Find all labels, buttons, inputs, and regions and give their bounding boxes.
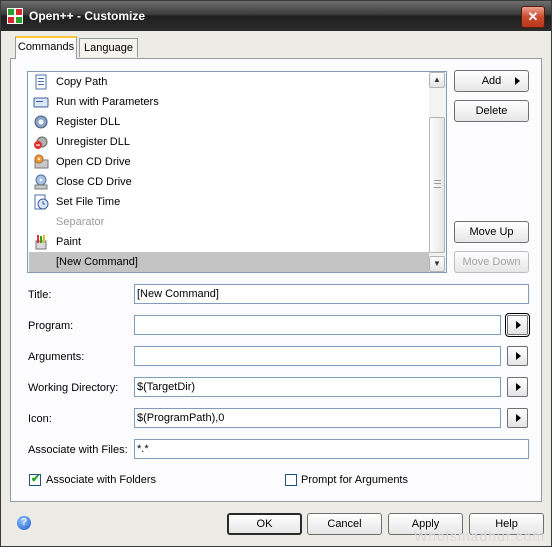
add-button[interactable]: Add xyxy=(454,70,529,92)
list-item-label: Separator xyxy=(56,216,105,228)
register-dll-icon xyxy=(34,115,48,129)
list-item-set-file-time[interactable]: Set File Time xyxy=(29,192,429,212)
play-arrow-icon xyxy=(516,321,521,329)
working-directory-browse-button[interactable] xyxy=(507,377,528,397)
prompt-arguments-label: Prompt for Arguments xyxy=(301,474,408,486)
associate-files-field[interactable]: *.* xyxy=(134,439,529,459)
close-button[interactable]: ✕ xyxy=(521,6,545,28)
help-icon[interactable]: ? xyxy=(17,516,31,530)
delete-button-label: Delete xyxy=(475,105,508,117)
prompt-arguments-checkbox[interactable] xyxy=(285,474,297,486)
list-item-run-parameters[interactable]: Run with Parameters xyxy=(29,92,429,112)
list-item-paint[interactable]: Paint xyxy=(29,232,429,252)
move-up-button-label: Move Up xyxy=(469,226,514,238)
customize-dialog: Open++ - Customize ✕ Commands Language C… xyxy=(0,0,552,547)
open-plus-plus-icon xyxy=(7,8,23,24)
title-field[interactable]: [New Command] xyxy=(134,284,529,304)
icon-browse-button[interactable] xyxy=(507,408,528,428)
watermark: Whoismadhur.com xyxy=(414,528,545,544)
tab-language[interactable]: Language xyxy=(79,38,138,57)
run-parameters-icon xyxy=(33,97,49,108)
list-item-label: Unregister DLL xyxy=(56,136,130,148)
open-cd-icon xyxy=(34,154,49,169)
list-item-register-dll[interactable]: Register DLL xyxy=(29,112,429,132)
checkmark-icon: ✔ xyxy=(31,473,41,485)
list-item-open-cd[interactable]: Open CD Drive xyxy=(29,152,429,172)
scroll-thumb[interactable] xyxy=(429,117,445,253)
working-directory-label: Working Directory: xyxy=(28,382,119,394)
play-arrow-icon xyxy=(516,414,521,422)
commands-list[interactable]: Copy Path Run with Parameters Register D… xyxy=(27,71,447,273)
play-arrow-icon xyxy=(516,383,521,391)
grip-icon xyxy=(434,180,441,188)
cancel-button[interactable]: Cancel xyxy=(307,513,382,535)
add-button-label: Add xyxy=(481,75,502,87)
close-cd-icon xyxy=(34,174,48,190)
list-item-label: Set File Time xyxy=(56,196,121,208)
tab-commands-label: Commands xyxy=(17,41,75,53)
list-item-separator[interactable]: Separator xyxy=(29,212,429,232)
close-icon: ✕ xyxy=(527,9,539,24)
program-label: Program: xyxy=(28,320,74,332)
list-scrollbar[interactable]: ▲ ▼ xyxy=(429,72,446,272)
tab-commands[interactable]: Commands xyxy=(15,36,77,59)
arguments-field[interactable] xyxy=(134,346,501,366)
icon-field[interactable]: $(ProgramPath),0 xyxy=(134,408,501,428)
associate-files-label: Associate with Files: xyxy=(28,444,128,456)
program-field[interactable] xyxy=(134,315,501,335)
tab-language-label: Language xyxy=(84,42,133,54)
program-browse-button[interactable] xyxy=(505,313,530,337)
list-item-label: Close CD Drive xyxy=(56,176,132,188)
scroll-down-button[interactable]: ▼ xyxy=(429,256,445,272)
move-up-button[interactable]: Move Up xyxy=(454,221,529,243)
list-item-label: Run with Parameters xyxy=(56,96,159,108)
title-label: Title: xyxy=(28,289,52,301)
associate-folders-label: Associate with Folders xyxy=(46,474,157,486)
unregister-dll-icon xyxy=(34,136,48,149)
list-item-copy-path[interactable]: Copy Path xyxy=(29,72,429,92)
cancel-button-label: Cancel xyxy=(327,518,362,530)
window-title: Open++ - Customize xyxy=(29,9,146,23)
delete-button[interactable]: Delete xyxy=(454,100,529,122)
move-down-button-label: Move Down xyxy=(462,256,521,268)
associate-folders-checkbox[interactable]: ✔ xyxy=(29,473,41,486)
list-item-label: Register DLL xyxy=(56,116,121,128)
list-item-label: [New Command] xyxy=(56,256,138,268)
list-item-label: Open CD Drive xyxy=(56,156,131,168)
list-item-unregister-dll[interactable]: Unregister DLL xyxy=(29,132,429,152)
play-arrow-icon xyxy=(516,352,521,360)
arguments-label: Arguments: xyxy=(28,351,85,363)
move-down-button[interactable]: Move Down xyxy=(454,251,529,273)
copy-path-icon xyxy=(35,74,47,90)
arguments-browse-button[interactable] xyxy=(507,346,528,366)
chevron-up-icon: ▲ xyxy=(433,75,441,84)
scroll-up-button[interactable]: ▲ xyxy=(429,72,445,88)
chevron-down-icon: ▼ xyxy=(433,259,441,268)
list-item-label: Paint xyxy=(56,236,82,248)
paint-icon xyxy=(35,235,47,250)
list-item-close-cd[interactable]: Close CD Drive xyxy=(29,172,429,192)
working-directory-field[interactable]: $(TargetDir) xyxy=(134,377,501,397)
submenu-arrow-icon xyxy=(515,77,520,85)
list-item-new-command[interactable]: [New Command] xyxy=(29,252,429,272)
ok-button[interactable]: OK xyxy=(227,513,302,535)
file-time-icon xyxy=(34,194,49,210)
icon-label: Icon: xyxy=(28,413,52,425)
list-item-label: Copy Path xyxy=(56,76,108,88)
ok-button-label: OK xyxy=(256,518,273,530)
title-bar[interactable]: Open++ - Customize ✕ xyxy=(1,1,551,31)
